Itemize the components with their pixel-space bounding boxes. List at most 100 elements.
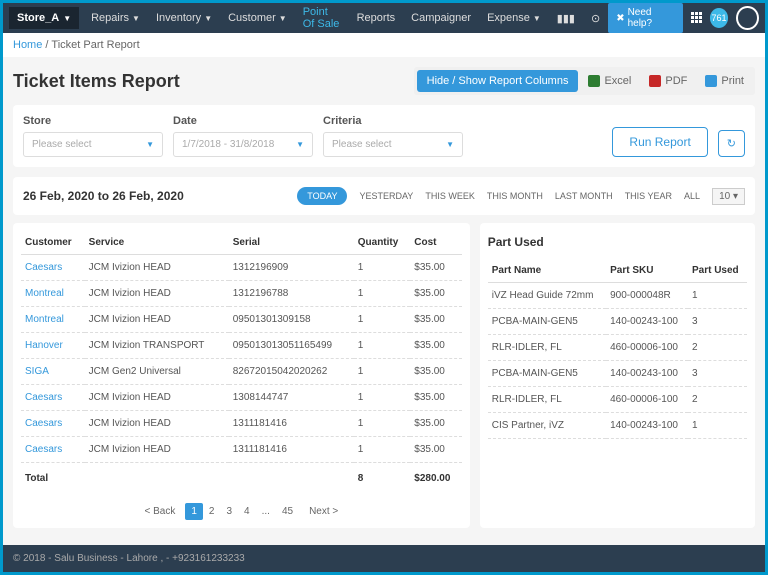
run-report-button[interactable]: Run Report — [612, 127, 707, 157]
range-this-year[interactable]: THIS YEAR — [625, 191, 672, 201]
chevron-down-icon: ▼ — [146, 140, 154, 149]
topbar-right: ✖Need help? 761 — [608, 3, 759, 33]
help-button[interactable]: ✖Need help? — [608, 3, 682, 33]
store-select[interactable]: Please select▼ — [23, 132, 163, 157]
topbar: Store_A▼ Repairs▼ Inventory▼ Customer▼ P… — [3, 3, 765, 33]
criteria-select[interactable]: Please select▼ — [323, 132, 463, 157]
page-next[interactable]: Next > — [303, 503, 344, 520]
page-...[interactable]: ... — [256, 503, 276, 520]
col-part-sku[interactable]: Part SKU — [606, 259, 688, 283]
breadcrumb-home[interactable]: Home — [13, 39, 42, 51]
page-4[interactable]: 4 — [238, 503, 256, 520]
parts-panel: Part Used Part Name Part SKU Part Used i… — [480, 223, 755, 528]
table-row: SIGAJCM Gen2 Universal826720150420202621… — [21, 359, 462, 385]
col-serial[interactable]: Serial — [229, 231, 354, 255]
table-row: CaesarsJCM Ivizion HEAD13111814161$35.00 — [21, 437, 462, 463]
table-row: CaesarsJCM Ivizion HEAD13111814161$35.00 — [21, 411, 462, 437]
avatar[interactable] — [736, 6, 759, 30]
help-icon: ✖ — [616, 13, 624, 24]
nav-customer[interactable]: Customer▼ — [220, 12, 295, 24]
criteria-label: Criteria — [323, 115, 463, 127]
range-this-week[interactable]: THIS WEEK — [425, 191, 475, 201]
nav-reports[interactable]: Reports — [349, 12, 404, 24]
search-icon[interactable]: ⊙ — [583, 12, 608, 25]
pdf-icon — [649, 75, 661, 87]
table-row: PCBA-MAIN-GEN5140-00243-1003 — [488, 361, 747, 387]
parts-table: Part Name Part SKU Part Used iVZ Head Gu… — [488, 259, 747, 439]
export-pdf-button[interactable]: PDF — [641, 70, 695, 92]
breadcrumb-current: Ticket Part Report — [51, 39, 139, 51]
date-select[interactable]: 1/7/2018 - 31/8/2018▼ — [173, 132, 313, 157]
date-range-text: 26 Feb, 2020 to 26 Feb, 2020 — [23, 189, 184, 203]
customer-link[interactable]: Caesars — [21, 255, 85, 281]
excel-icon — [588, 75, 600, 87]
barcode-icon[interactable]: ▮▮▮ — [549, 12, 583, 25]
apps-icon[interactable] — [691, 12, 702, 24]
customer-link[interactable]: Hanover — [21, 333, 85, 359]
export-excel-button[interactable]: Excel — [580, 70, 639, 92]
date-range-bar: 26 Feb, 2020 to 26 Feb, 2020 TODAY YESTE… — [13, 177, 755, 215]
store-selector[interactable]: Store_A▼ — [9, 7, 79, 29]
table-row: MontrealJCM Ivizion HEAD13121967881$35.0… — [21, 281, 462, 307]
col-service[interactable]: Service — [85, 231, 229, 255]
customer-link[interactable]: Caesars — [21, 385, 85, 411]
total-qty: 8 — [354, 463, 411, 492]
breadcrumb: Home/Ticket Part Report — [3, 33, 765, 57]
footer: © 2018 - Salu Business - Lahore , - +923… — [3, 545, 765, 572]
table-row: CaesarsJCM Ivizion HEAD13081447471$35.00 — [21, 385, 462, 411]
print-button[interactable]: Print — [697, 70, 752, 92]
page-45[interactable]: 45 — [276, 503, 299, 520]
page-1[interactable]: 1 — [185, 503, 203, 520]
hide-show-columns-button[interactable]: Hide / Show Report Columns — [417, 70, 579, 92]
total-cost: $280.00 — [410, 463, 461, 492]
table-row: RLR-IDLER, FL460-00006-1002 — [488, 335, 747, 361]
main-nav: Repairs▼ Inventory▼ Customer▼ Point Of S… — [83, 6, 608, 30]
table-row: iVZ Head Guide 72mm900-000048R1 — [488, 283, 747, 309]
table-row: CIS Partner, iVZ140-00243-1001 — [488, 413, 747, 439]
nav-expense[interactable]: Expense▼ — [479, 12, 549, 24]
range-last-month[interactable]: LAST MONTH — [555, 191, 613, 201]
page-2[interactable]: 2 — [203, 503, 221, 520]
col-customer[interactable]: Customer — [21, 231, 85, 255]
range-yesterday[interactable]: YESTERDAY — [359, 191, 413, 201]
refresh-button[interactable]: ↻ — [718, 130, 745, 157]
items-table: Customer Service Serial Quantity Cost Ca… — [21, 231, 462, 491]
nav-campaigner[interactable]: Campaigner — [403, 12, 479, 24]
refresh-icon: ↻ — [727, 138, 736, 150]
notification-badge[interactable]: 761 — [710, 8, 729, 28]
chevron-down-icon: ▼ — [63, 14, 71, 23]
table-row: CaesarsJCM Ivizion HEAD13121969091$35.00 — [21, 255, 462, 281]
table-row: RLR-IDLER, FL460-00006-1002 — [488, 387, 747, 413]
nav-pos[interactable]: Point Of Sale — [295, 6, 349, 30]
print-icon — [705, 75, 717, 87]
col-cost[interactable]: Cost — [410, 231, 461, 255]
customer-link[interactable]: Montreal — [21, 281, 85, 307]
table-row: PCBA-MAIN-GEN5140-00243-1003 — [488, 309, 747, 335]
nav-inventory[interactable]: Inventory▼ — [148, 12, 220, 24]
chevron-down-icon: ▾ — [733, 191, 738, 202]
total-label: Total — [21, 463, 85, 492]
chevron-down-icon: ▼ — [446, 140, 454, 149]
col-part-name[interactable]: Part Name — [488, 259, 606, 283]
range-today[interactable]: TODAY — [297, 187, 347, 205]
page-title: Ticket Items Report — [13, 71, 180, 92]
col-part-used[interactable]: Part Used — [688, 259, 747, 283]
chevron-down-icon: ▼ — [296, 140, 304, 149]
nav-repairs[interactable]: Repairs▼ — [83, 12, 148, 24]
filter-bar: Store Please select▼ Date 1/7/2018 - 31/… — [13, 105, 755, 167]
customer-link[interactable]: Caesars — [21, 437, 85, 463]
customer-link[interactable]: Caesars — [21, 411, 85, 437]
col-quantity[interactable]: Quantity — [354, 231, 411, 255]
customer-link[interactable]: SIGA — [21, 359, 85, 385]
range-all[interactable]: ALL — [684, 191, 700, 201]
range-this-month[interactable]: THIS MONTH — [487, 191, 543, 201]
items-panel: Customer Service Serial Quantity Cost Ca… — [13, 223, 470, 528]
pagination: < Back 1234...45 Next > — [21, 503, 462, 520]
store-label: Store — [23, 115, 163, 127]
customer-link[interactable]: Montreal — [21, 307, 85, 333]
table-row: MontrealJCM Ivizion HEAD095013013091581$… — [21, 307, 462, 333]
date-label: Date — [173, 115, 313, 127]
rows-per-page-select[interactable]: 10 ▾ — [712, 188, 745, 205]
page-back[interactable]: < Back — [138, 503, 181, 520]
page-3[interactable]: 3 — [220, 503, 238, 520]
